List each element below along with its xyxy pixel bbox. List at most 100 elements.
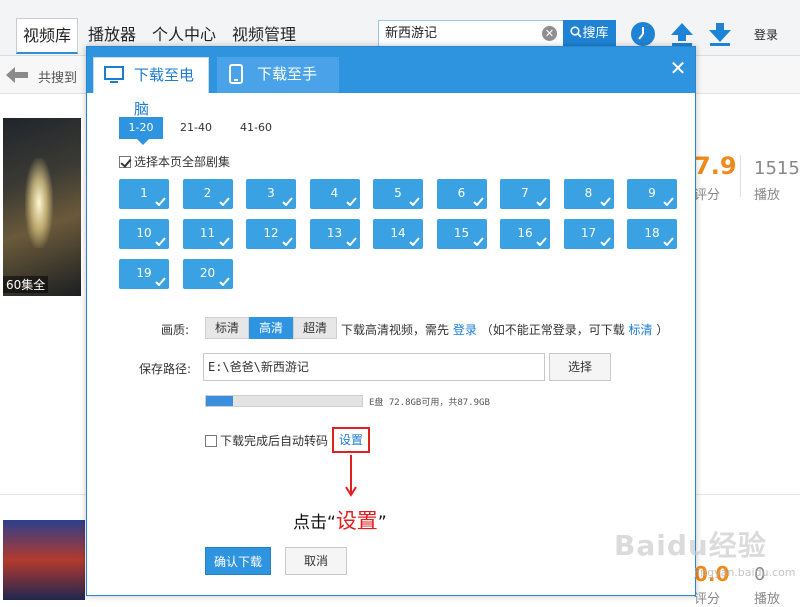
search-button-label: 搜库	[582, 26, 609, 41]
close-icon[interactable]: ✕	[667, 57, 689, 79]
episode-number: 18	[644, 226, 660, 240]
cancel-button[interactable]: 取消	[285, 547, 347, 575]
back-arrow-icon[interactable]	[6, 66, 28, 84]
checkmark-icon	[663, 237, 674, 246]
episode-button[interactable]: 3	[246, 179, 296, 209]
episode-button[interactable]: 11	[182, 219, 233, 249]
save-path-input[interactable]: E:\爸爸\新西游记	[203, 353, 545, 381]
choose-path-button[interactable]: 选择	[549, 353, 611, 381]
phone-icon	[229, 64, 243, 84]
episode-button[interactable]: 15	[436, 219, 487, 249]
hint-sd-link[interactable]: 标清	[629, 323, 653, 337]
episode-button[interactable]: 19	[119, 259, 169, 289]
range-tab-21-40[interactable]: 21-40	[175, 117, 217, 139]
range-tab-41-60[interactable]: 41-60	[235, 117, 277, 139]
download-dialog: 下载至电脑 下载至手机 ✕ 1-20 21-40 41-60 选择本页全部剧集 …	[86, 46, 696, 596]
watermark: Baidu经验 jingyan.baidu.com	[614, 516, 796, 586]
settings-link[interactable]: 设置	[332, 427, 370, 453]
quality-hint: 下载高清视频，需先 登录 （如不能正常登录，可下载 标清 ）	[341, 321, 668, 338]
episode-button[interactable]: 8	[563, 179, 614, 209]
episode-number: 19	[136, 266, 152, 280]
select-all-checkbox[interactable]	[119, 156, 131, 168]
checkmark-icon	[409, 197, 420, 206]
episode-number: 13	[326, 226, 343, 240]
range-tab-1-20[interactable]: 1-20	[119, 117, 163, 145]
episode-button[interactable]: 14	[373, 219, 423, 249]
clock-icon[interactable]	[629, 20, 657, 48]
quality-hd-button[interactable]: 高清	[249, 317, 293, 339]
auto-transcode-checkbox[interactable]	[205, 435, 217, 447]
checkmark-icon	[536, 197, 547, 206]
episode-button[interactable]: 7	[500, 179, 550, 209]
search-input-value: 新西游记	[385, 26, 438, 41]
episode-number: 17	[580, 226, 597, 240]
episode-button[interactable]: 20	[182, 259, 233, 289]
quality-hint-middle: （如不能正常登录，可下载	[480, 323, 625, 337]
episode-button[interactable]: 2	[182, 179, 233, 209]
video-play-count: 1515	[754, 158, 800, 179]
quality-sd-button[interactable]: 标清	[205, 317, 249, 339]
checkmark-icon	[282, 237, 293, 246]
search-result-count: 共搜到	[38, 71, 78, 86]
checkmark-icon	[218, 197, 230, 206]
tab-download-to-pc-label: 下载至电脑	[134, 66, 195, 118]
checkmark-icon	[409, 237, 420, 246]
episode-button[interactable]: 6	[436, 179, 487, 209]
annotation-highlight: 设置	[335, 509, 378, 533]
poster-light-glow	[25, 158, 53, 248]
tab-video-library[interactable]: 视频库	[16, 18, 79, 54]
checkmark-icon	[155, 197, 166, 206]
watermark-url: jingyan.baidu.com	[694, 566, 796, 579]
episode-button[interactable]: 16	[500, 219, 550, 249]
score-label-second: 评分	[694, 592, 721, 607]
select-all-row[interactable]: 选择本页全部剧集	[119, 153, 230, 170]
disk-usage-fill	[206, 396, 233, 406]
episode-number: 3	[267, 186, 275, 200]
episode-number: 14	[390, 226, 406, 240]
upload-icon[interactable]	[668, 20, 696, 48]
search-button[interactable]: 搜库	[563, 20, 616, 47]
tab-download-to-phone[interactable]: 下载至手机	[217, 57, 339, 117]
episode-button[interactable]: 5	[373, 179, 423, 209]
tab-download-to-pc[interactable]: 下载至电脑	[93, 57, 209, 118]
episode-button[interactable]: 13	[309, 219, 360, 249]
video-poster[interactable]	[3, 118, 81, 296]
hint-login-link[interactable]: 登录	[453, 323, 477, 337]
episode-button[interactable]: 9	[627, 179, 677, 209]
auto-transcode-row[interactable]: 下载完成后自动转码	[205, 432, 328, 449]
episode-button[interactable]: 4	[309, 179, 360, 209]
quality-fhd-button[interactable]: 超清	[293, 317, 337, 339]
video-poster-second[interactable]	[3, 520, 85, 600]
episode-number: 7	[521, 186, 529, 200]
auto-transcode-label: 下载完成后自动转码	[220, 434, 329, 448]
search-input[interactable]: 新西游记 ✕	[378, 20, 564, 47]
annotation-text: 点击“设置”	[293, 505, 387, 535]
episode-button[interactable]: 1	[119, 179, 169, 209]
quality-hint-suffix: ）	[656, 323, 669, 337]
computer-icon	[104, 66, 124, 83]
download-icon[interactable]	[706, 20, 734, 48]
checkmark-icon	[472, 237, 484, 246]
episode-number: 16	[517, 226, 533, 240]
quality-label: 画质:	[161, 323, 190, 337]
episode-number: 4	[330, 186, 339, 200]
episode-number: 5	[394, 186, 402, 200]
annotation-arrow-icon	[345, 455, 357, 497]
checkmark-icon	[536, 237, 547, 246]
play-count-label-second: 播放	[754, 592, 781, 607]
clear-search-icon[interactable]: ✕	[542, 26, 557, 41]
disk-usage-text: E盘 72.8GB可用，共87.9GB	[369, 398, 490, 408]
login-link[interactable]: 登录	[754, 26, 778, 43]
search-icon	[570, 26, 583, 38]
episode-number: 11	[199, 226, 216, 240]
episode-button[interactable]: 12	[246, 219, 296, 249]
episode-button[interactable]: 10	[119, 219, 169, 249]
stat-divider	[740, 155, 741, 197]
confirm-download-button[interactable]: 确认下载	[205, 547, 271, 575]
episode-button[interactable]: 17	[563, 219, 614, 249]
checkmark-icon	[472, 197, 484, 206]
select-all-label: 选择本页全部剧集	[134, 155, 231, 169]
play-count-label: 播放	[754, 188, 781, 203]
episode-button[interactable]: 18	[627, 219, 677, 249]
checkmark-icon	[599, 197, 611, 206]
